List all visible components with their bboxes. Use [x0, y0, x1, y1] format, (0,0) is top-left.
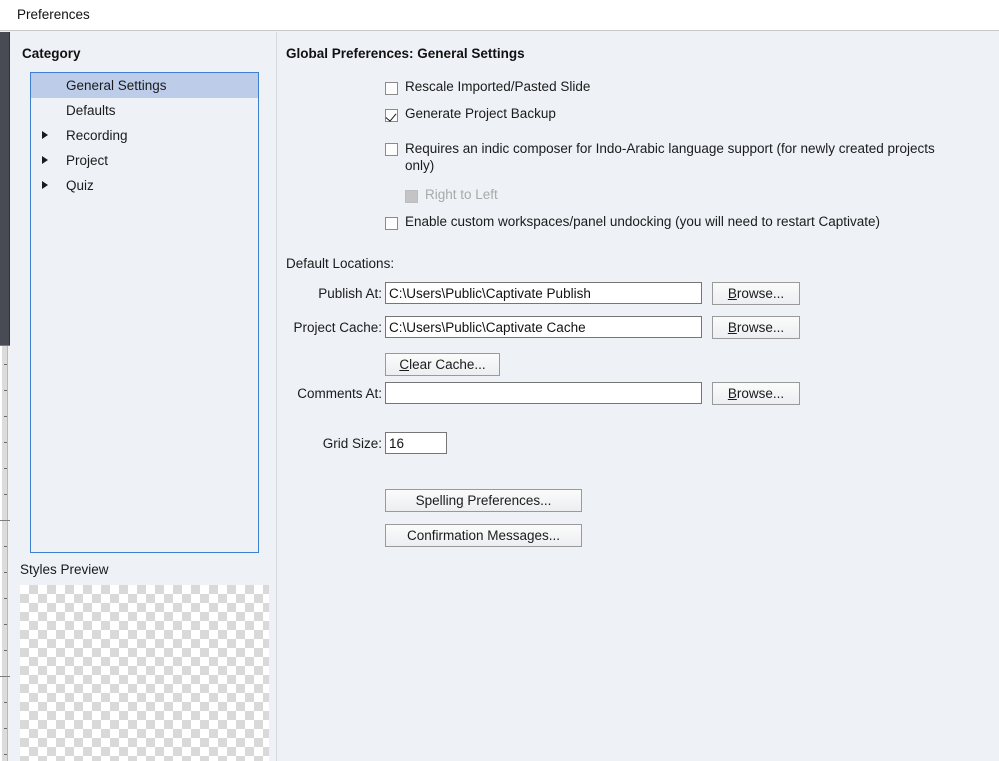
comments-at-label: Comments At: — [297, 386, 382, 401]
default-locations-label: Default Locations: — [286, 256, 395, 271]
grid-size-label: Grid Size: — [322, 436, 382, 451]
sidebar-item-label: Defaults — [66, 103, 116, 118]
left-dark-strip-edge — [9, 32, 10, 345]
browse-publish-at-button[interactable]: Browse... — [712, 282, 800, 305]
checkbox-enable-custom-workspaces[interactable] — [385, 217, 398, 230]
chevron-right-icon[interactable] — [42, 181, 48, 189]
left-dark-strip — [0, 32, 10, 345]
page-title: Global Preferences: General Settings — [286, 46, 525, 61]
sidebar-item-label: Project — [66, 153, 109, 168]
category-heading: Category — [22, 46, 81, 61]
checkbox-label: Right to Left — [425, 187, 498, 202]
publish-at-label: Publish At: — [318, 286, 382, 301]
checkbox-right-to-left — [405, 190, 418, 203]
checkbox-label: Rescale Imported/Pasted Slide — [405, 79, 591, 94]
sidebar-item-quiz[interactable]: Quiz — [31, 173, 258, 198]
checkbox-generate-project-backup[interactable] — [385, 109, 398, 122]
sidebar-item-label: Recording — [66, 128, 128, 143]
window-titlebar: Preferences — [0, 0, 999, 31]
project-cache-label: Project Cache: — [293, 320, 382, 335]
browse-comments-at-button[interactable]: Browse... — [712, 382, 800, 405]
checkbox-label: Generate Project Backup — [405, 106, 556, 121]
window-title: Preferences — [17, 7, 90, 22]
spelling-preferences-button[interactable]: Spelling Preferences... — [385, 489, 582, 512]
comments-at-input[interactable] — [385, 382, 702, 404]
checkbox-label: Enable custom workspaces/panel undocking… — [405, 214, 880, 229]
clear-cache-button[interactable]: Clear Cache... — [385, 353, 500, 376]
checkbox-rescale-imported-pasted-slide[interactable] — [385, 82, 398, 95]
styles-preview-label: Styles Preview — [20, 562, 109, 577]
confirmation-messages-button[interactable]: Confirmation Messages... — [385, 524, 582, 547]
checkbox-indic-composer[interactable] — [385, 143, 398, 156]
sidebar-item-label: Quiz — [66, 178, 94, 193]
project-cache-input[interactable] — [385, 316, 702, 338]
sidebar-item-recording[interactable]: Recording — [31, 123, 258, 148]
chevron-right-icon[interactable] — [42, 156, 48, 164]
checkbox-label: Requires an indic composer for Indo-Arab… — [405, 141, 935, 173]
vertical-ruler — [0, 345, 10, 761]
sidebar-item-label: General Settings — [66, 78, 167, 93]
chevron-right-icon[interactable] — [42, 131, 48, 139]
sidebar-item-general-settings[interactable]: General Settings — [31, 73, 258, 98]
grid-size-input[interactable] — [385, 432, 447, 454]
browse-project-cache-button[interactable]: Browse... — [712, 316, 800, 339]
styles-preview-canvas — [20, 585, 269, 761]
category-list[interactable]: General Settings Defaults Recording Proj… — [30, 72, 259, 553]
sidebar-item-project[interactable]: Project — [31, 148, 258, 173]
publish-at-input[interactable] — [385, 282, 702, 304]
preferences-window: Preferences Category General Settings De… — [0, 0, 999, 761]
sidebar-item-defaults[interactable]: Defaults — [31, 98, 258, 123]
settings-panel: Global Preferences: General Settings Res… — [277, 32, 999, 761]
